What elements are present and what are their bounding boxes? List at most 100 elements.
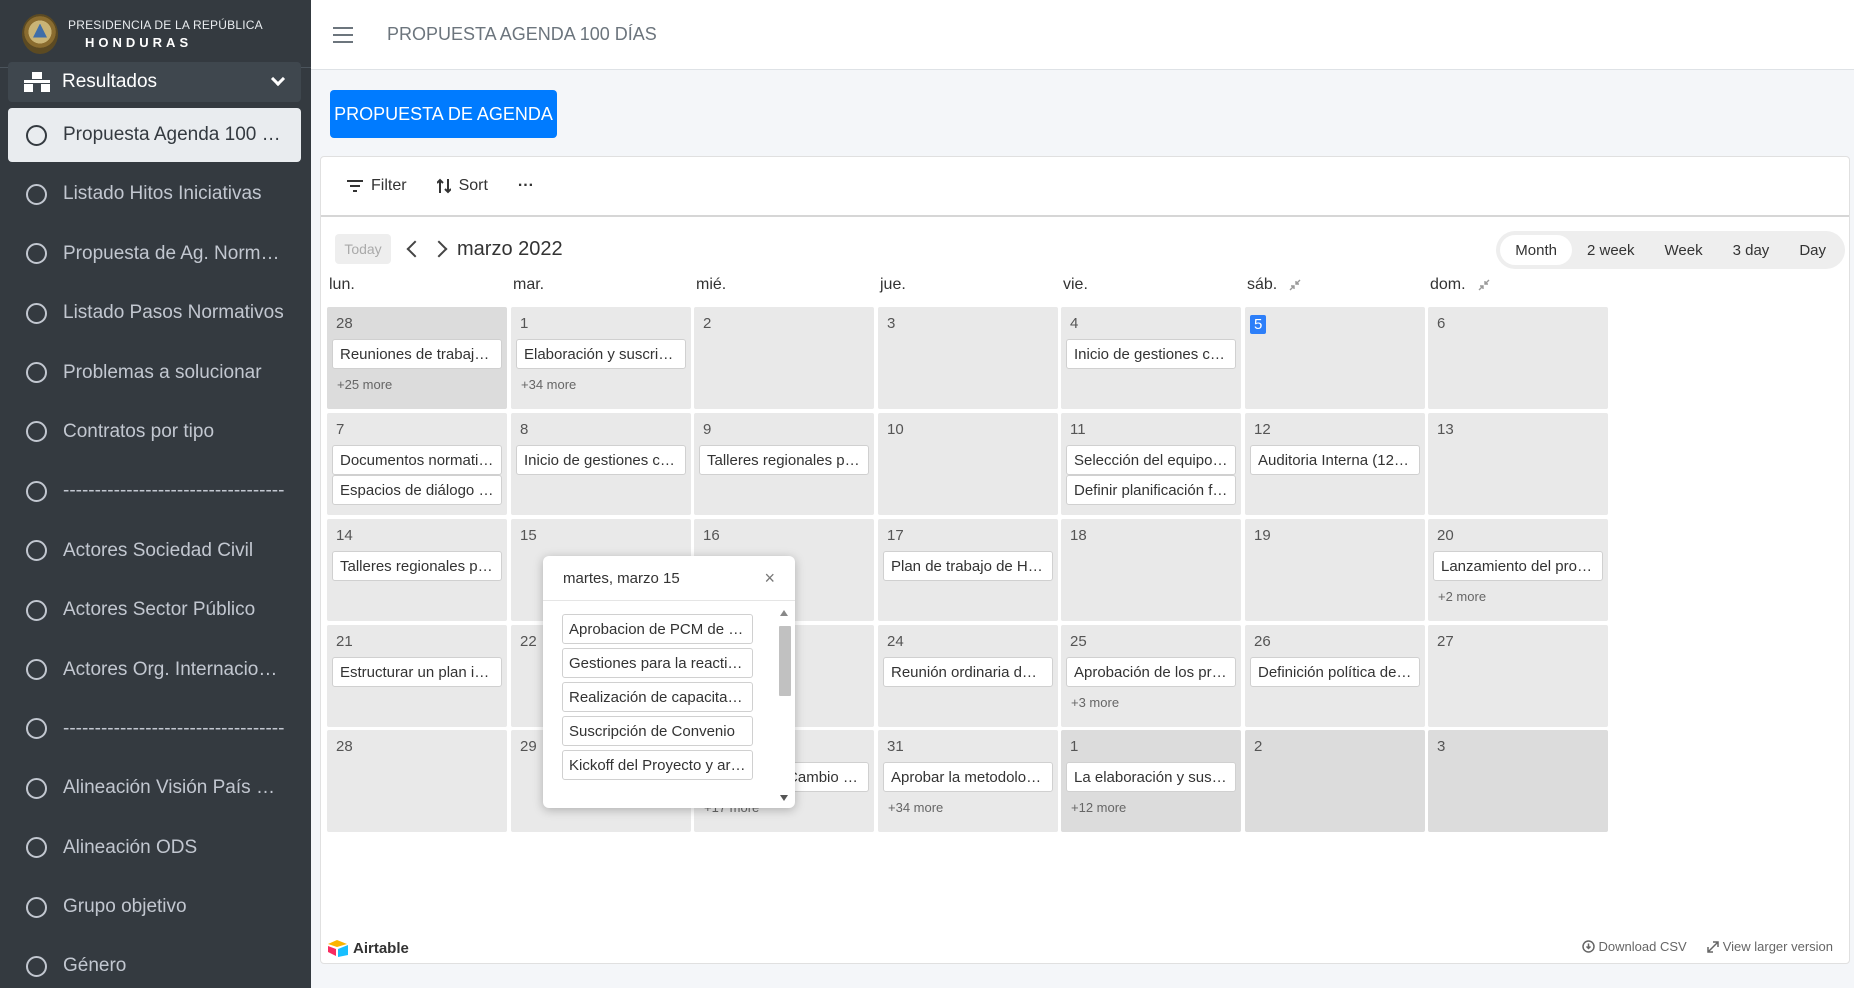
day-cell[interactable]: 24 Reunión ordinaria de la Presidencia [878, 625, 1058, 727]
calendar-event[interactable]: Reunión ordinaria de la Presidencia [883, 657, 1053, 687]
sidebar-item[interactable]: Alineación ODS [8, 821, 301, 875]
next-month-icon[interactable] [430, 240, 448, 258]
calendar-event[interactable]: Inicio de gestiones correspondientes [1066, 339, 1236, 369]
more-events-link[interactable]: +34 more [521, 377, 576, 392]
day-cell[interactable]: 2 [694, 307, 874, 409]
scroll-thumb[interactable] [779, 626, 791, 696]
calendar-event[interactable]: Aprobar la metodología de trabajo [883, 762, 1053, 792]
view-option[interactable]: 3 day [1718, 235, 1785, 265]
propuesta-agenda-button[interactable]: PROPUESTA DE AGENDA [330, 90, 557, 138]
day-cell[interactable]: 10 [878, 413, 1058, 515]
sidebar-item[interactable]: Listado Hitos Iniciativas [8, 167, 301, 221]
sidebar-item[interactable]: Género [8, 939, 301, 988]
day-cell[interactable]: 1 La elaboración y suscripción del conven… [1061, 730, 1241, 832]
day-cell[interactable]: 21 Estructurar un plan inicial de trabajo [327, 625, 507, 727]
sidebar-item[interactable]: Actores Sector Público [8, 583, 301, 637]
more-events-link[interactable]: +34 more [888, 800, 943, 815]
popover-event[interactable]: Gestiones para la reactivación [562, 648, 753, 678]
sidebar-item[interactable]: Actores Org. Internacionales [8, 643, 301, 697]
more-events-link[interactable]: +12 more [1071, 800, 1126, 815]
calendar-event[interactable]: Plan de trabajo de Honduras [883, 551, 1053, 581]
collapse-column-icon[interactable] [1289, 279, 1301, 291]
day-cell[interactable]: 7 Documentos normativos aprobados Espacios… [327, 413, 507, 515]
popover-event[interactable]: Realización de capacitaciones [562, 682, 753, 712]
download-csv-link[interactable]: Download CSV [1581, 939, 1687, 954]
sidebar-item[interactable]: Alineación Visión País 2038 [8, 761, 301, 815]
popover-event[interactable]: Kickoff del Proyecto y arranque [562, 750, 753, 780]
calendar-event[interactable]: Lanzamiento del proceso de consulta [1433, 551, 1603, 581]
day-cell[interactable]: 31 Aprobar la metodología de trabajo +34 m… [878, 730, 1058, 832]
day-cell[interactable]: 2 [1245, 730, 1425, 832]
calendar-event[interactable]: Talleres regionales para la validación [699, 445, 869, 475]
popover-scrollbar[interactable] [777, 608, 791, 803]
day-cell[interactable]: 17 Plan de trabajo de Honduras [878, 519, 1058, 621]
day-cell[interactable]: 6 [1428, 307, 1608, 409]
brand[interactable]: PRESIDENCIA DE LA REPÚBLICA HONDURAS [0, 0, 311, 68]
airtable-logo[interactable]: Airtable [327, 939, 409, 957]
calendar-event[interactable]: La elaboración y suscripción del conveni… [1066, 762, 1236, 792]
view-option[interactable]: 2 week [1572, 235, 1650, 265]
day-cell[interactable]: 8 Inicio de gestiones correspondientes [511, 413, 691, 515]
day-cell[interactable]: 28 [327, 730, 507, 832]
today-button[interactable]: Today [335, 234, 391, 264]
day-cell[interactable]: 14 Talleres regionales para la socializac… [327, 519, 507, 621]
view-option[interactable]: Month [1500, 235, 1572, 265]
day-cell[interactable]: 4 Inicio de gestiones correspondientes [1061, 307, 1241, 409]
event-title: Auditoria Interna (12/3/2022) [1258, 451, 1412, 469]
day-cell[interactable]: 26 Definición política del cumplimiento [1245, 625, 1425, 727]
day-cell[interactable]: 27 [1428, 625, 1608, 727]
sidebar-item[interactable]: Grupo objetivo [8, 880, 301, 934]
calendar-event[interactable]: Selección del equipo o empresa [1066, 445, 1236, 475]
day-cell[interactable]: 12 Auditoria Interna (12/3/2022) [1245, 413, 1425, 515]
close-icon[interactable]: × [764, 568, 775, 589]
calendar-event[interactable]: Auditoria Interna (12/3/2022) [1250, 445, 1420, 475]
sidebar-item[interactable]: Propuesta de Ag. Normativa [8, 227, 301, 281]
calendar-event[interactable]: Estructurar un plan inicial de trabajo [332, 657, 502, 687]
view-option[interactable]: Week [1650, 235, 1718, 265]
day-cell[interactable]: 25 Aprobación de los proyectos de ley +3 m… [1061, 625, 1241, 727]
calendar-event[interactable]: Definición política del cumplimiento [1250, 657, 1420, 687]
sort-button[interactable]: Sort [436, 177, 488, 195]
calendar-event[interactable]: Definir planificación final del proceso [1066, 475, 1236, 505]
filter-button[interactable]: Filter [347, 177, 407, 195]
scroll-down-arrow[interactable] [780, 795, 788, 801]
calendar-event[interactable]: Talleres regionales para la socializació… [332, 551, 502, 581]
menu-icon[interactable] [333, 26, 353, 43]
more-events-link[interactable]: +2 more [1438, 589, 1486, 604]
view-larger-link[interactable]: View larger version [1706, 939, 1833, 954]
day-cell[interactable]: 11 Selección del equipo o empresa Definir … [1061, 413, 1241, 515]
day-cell[interactable]: 9 Talleres regionales para la validación [694, 413, 874, 515]
sidebar-item[interactable]: Listado Pasos Normativos [8, 286, 301, 340]
sidebar-group-resultados[interactable]: Resultados [8, 62, 301, 102]
sidebar-item[interactable]: Contratos por tipo [8, 405, 301, 459]
more-options-button[interactable]: ··· [518, 177, 534, 195]
previous-month-icon[interactable] [406, 240, 424, 258]
day-cell[interactable]: 1 Elaboración y suscripción del acuerdo +3… [511, 307, 691, 409]
calendar-event[interactable]: Espacios de diálogo para la construcción [332, 475, 502, 505]
view-option[interactable]: Day [1784, 235, 1841, 265]
sidebar-item[interactable]: Problemas a solucionar [8, 346, 301, 400]
day-cell[interactable]: 3 [878, 307, 1058, 409]
calendar-event[interactable]: Reuniones de trabajo para el seguimiento [332, 339, 502, 369]
sidebar-item[interactable]: ----------------------------------- [8, 464, 301, 518]
sidebar-item[interactable]: ----------------------------------- [8, 702, 301, 756]
more-events-link[interactable]: +25 more [337, 377, 392, 392]
day-cell[interactable]: 28 Reuniones de trabajo para el seguimien… [327, 307, 507, 409]
day-cell[interactable]: 20 Lanzamiento del proceso de consulta +2 … [1428, 519, 1608, 621]
calendar-event[interactable]: Elaboración y suscripción del acuerdo [516, 339, 686, 369]
popover-event[interactable]: Suscripción de Convenio [562, 716, 753, 746]
day-cell[interactable]: 13 [1428, 413, 1608, 515]
day-cell[interactable]: 3 [1428, 730, 1608, 832]
more-events-link[interactable]: +3 more [1071, 695, 1119, 710]
calendar-event[interactable]: Aprobación de los proyectos de ley [1066, 657, 1236, 687]
collapse-column-icon[interactable] [1478, 279, 1490, 291]
calendar-event[interactable]: Documentos normativos aprobados [332, 445, 502, 475]
sidebar-item[interactable]: Propuesta Agenda 100 días [8, 108, 301, 162]
day-cell[interactable]: 19 [1245, 519, 1425, 621]
popover-event[interactable]: Aprobacion de PCM de emergencia [562, 614, 753, 644]
calendar-event[interactable]: Inicio de gestiones correspondientes [516, 445, 686, 475]
scroll-up-arrow[interactable] [780, 610, 788, 616]
sidebar-item[interactable]: Actores Sociedad Civil [8, 524, 301, 578]
day-cell[interactable]: 5 [1245, 307, 1425, 409]
day-cell[interactable]: 18 [1061, 519, 1241, 621]
